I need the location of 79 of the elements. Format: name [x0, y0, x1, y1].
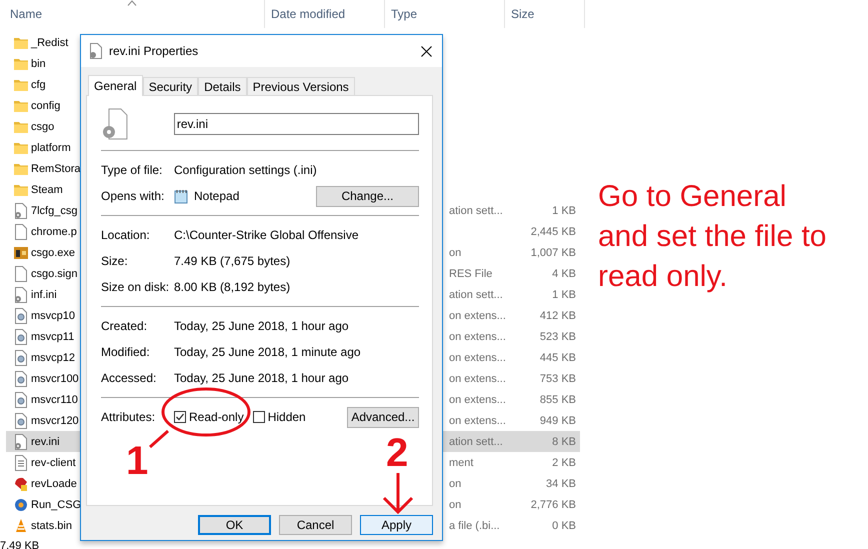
file-size: 753 KB	[540, 372, 576, 384]
file-size: 1,007 KB	[530, 246, 576, 258]
property-value: 8.00 KB (8,192 bytes)	[174, 280, 290, 294]
file-name: Run_CSG	[31, 498, 82, 510]
file-type: on extens...	[449, 352, 506, 364]
property-label: Attributes:	[101, 410, 156, 424]
file-size: 34 KB	[546, 478, 576, 490]
file-name: cfg	[31, 78, 46, 90]
file-size: 1 KB	[552, 204, 576, 216]
file-name: revLoade	[31, 478, 77, 490]
file-name: config	[31, 100, 60, 112]
file-name: csgo	[31, 120, 54, 132]
file-size: 8 KB	[552, 436, 576, 448]
file-type: ation sett...	[449, 204, 503, 216]
property-value: 7.49 KB (7,675 bytes)	[174, 254, 290, 268]
file-name: msvcp10	[31, 310, 76, 322]
checkbox-label: Read-only	[189, 410, 244, 424]
file-type: a file (.bi...	[449, 520, 500, 532]
file-type: ation sett...	[449, 436, 503, 448]
file-type: on	[449, 246, 462, 258]
step-number: 1	[126, 441, 148, 481]
property-value: Configuration settings (.ini)	[174, 163, 317, 177]
file-type: RES File	[449, 268, 492, 280]
file-size: 949 KB	[540, 414, 576, 426]
property-label: Size:	[101, 254, 129, 268]
instruction-text: Go to General and set the file to read only.	[598, 179, 826, 295]
file-size: 2,776 KB	[530, 498, 576, 510]
file-type: on extens...	[449, 372, 506, 384]
file-name: msvcr110	[31, 394, 78, 406]
status-text: 7.49 KB	[0, 540, 40, 549]
file-name: _Redist	[31, 36, 68, 48]
property-value: Today, 25 June 2018, 1 minute ago	[174, 345, 361, 359]
file-name: csgo.sign	[31, 268, 78, 280]
property-label: Type of file:	[101, 163, 164, 177]
file-size: 2,445 KB	[530, 226, 576, 238]
file-size: 412 KB	[540, 310, 576, 322]
property-value: Notepad	[194, 189, 240, 203]
file-name: 7lcfg_csg	[31, 204, 78, 216]
file-size: 445 KB	[540, 352, 576, 364]
file-size: 855 KB	[540, 394, 576, 406]
file-type: on extens...	[449, 394, 506, 406]
file-size: 1 KB	[552, 288, 576, 300]
file-type: ation sett...	[449, 288, 503, 300]
file-name: msvcr100	[31, 372, 79, 384]
file-name: stats.bin	[31, 520, 72, 532]
file-name: chrome.p	[31, 226, 77, 238]
file-type: on	[449, 478, 462, 490]
file-type: on	[449, 498, 462, 510]
file-size: 0 KB	[552, 520, 576, 532]
property-label: Accessed:	[101, 371, 158, 385]
file-type: on extens...	[449, 330, 506, 342]
file-name: rev-client	[31, 456, 76, 468]
property-label: Created:	[101, 319, 148, 333]
file-name: csgo.exe	[31, 246, 76, 258]
file-size: 2 KB	[552, 456, 576, 468]
file-type: on extens...	[449, 414, 506, 426]
file-name: RemStora	[31, 162, 81, 174]
file-name: Steam	[31, 184, 63, 196]
file-name: msvcp12	[31, 352, 76, 364]
file-name: bin	[31, 58, 46, 70]
property-value: Today, 25 June 2018, 1 hour ago	[174, 371, 349, 385]
step-number: 2	[386, 433, 408, 473]
file-name: inf.ini	[31, 288, 57, 300]
file-name: msvcp11	[31, 330, 74, 342]
checkbox-label: Hidden	[268, 410, 306, 424]
property-label: Modified:	[101, 345, 151, 359]
property-value: Today, 25 June 2018, 1 hour ago	[174, 319, 349, 333]
file-name: rev.ini	[31, 436, 60, 448]
file-name: platform	[31, 142, 71, 154]
property-label: Opens with:	[101, 189, 166, 203]
property-label: Location:	[101, 228, 151, 242]
file-size: 523 KB	[540, 330, 576, 342]
window-title: rev.ini Properties	[109, 44, 200, 58]
file-size: 4 KB	[552, 268, 576, 280]
file-name: msvcr120	[31, 414, 79, 426]
property-label: Size on disk:	[101, 280, 170, 294]
property-value: C:\Counter-Strike Global Offensive	[174, 228, 359, 242]
file-type: ment	[449, 456, 474, 468]
file-type: on extens...	[449, 310, 506, 322]
